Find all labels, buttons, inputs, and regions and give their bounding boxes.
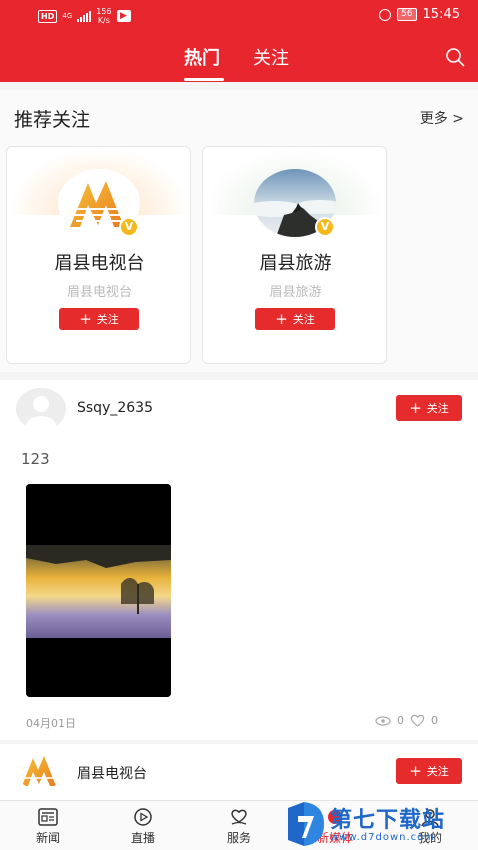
top-header: HD 4G 156 K/s ▶ 56 15:45 热门 关注 (0, 0, 478, 82)
search-icon[interactable] (445, 47, 465, 67)
plus-icon: + (275, 309, 288, 328)
feed-post[interactable]: 眉县电视台 + 关注 (0, 744, 478, 800)
post-stats: 0 0 (375, 714, 438, 727)
tab-follow[interactable]: 关注 (253, 44, 289, 70)
live-icon (134, 808, 152, 826)
avatar[interactable] (16, 750, 64, 790)
top-tabs: 热门 关注 (0, 44, 478, 81)
follow-label: 关注 (96, 313, 119, 326)
follow-button[interactable]: + 关注 (396, 758, 462, 784)
feed-post[interactable]: Ssqy_2635 + 关注 123 04月01日 0 0 (0, 380, 478, 740)
recommend-card[interactable]: V 眉县电视台 眉县电视台 + 关注 (6, 146, 191, 364)
app-notification-icon: ▶ (116, 10, 131, 22)
post-username[interactable]: 眉县电视台 (77, 763, 147, 783)
network-speed-unit: K/s (97, 16, 110, 25)
network-speed: 156 K/s (96, 7, 111, 25)
nav-live[interactable]: 直播 (113, 807, 173, 846)
view-count: 0 (397, 714, 404, 727)
status-bar: HD 4G 156 K/s ▶ 56 15:45 (0, 0, 478, 30)
news-icon (38, 808, 58, 826)
follow-label: 关注 (426, 402, 449, 415)
hd-indicator: HD (38, 9, 58, 23)
recommend-section: 推荐关注 更多 > V 眉县电视台 眉县电视台 + 关注 V 眉县旅游 眉县旅游… (0, 90, 478, 372)
clock: 15:45 (422, 7, 460, 22)
card-subtitle: 眉县电视台 (66, 285, 132, 300)
plus-icon: + (409, 398, 422, 417)
watermark-url: www.d7down.com (330, 832, 436, 843)
heart-icon[interactable] (410, 714, 425, 727)
network-speed-value: 156 (96, 7, 112, 16)
follow-label: 关注 (426, 765, 449, 778)
post-username[interactable]: Ssqy_2635 (77, 400, 153, 416)
plus-icon: + (409, 761, 422, 780)
plus-icon: + (79, 309, 92, 328)
watermark-title: 第七下载站 (330, 808, 446, 833)
signal-icon (77, 10, 92, 22)
service-icon (231, 809, 247, 825)
watermark: 第七下载站 www.d7down.com (282, 800, 478, 850)
like-count: 0 (431, 714, 438, 727)
d7down-logo-icon (288, 802, 324, 846)
eye-icon (375, 715, 391, 726)
status-right: 56 15:45 (379, 7, 460, 22)
nav-service[interactable]: 服务 (209, 807, 269, 846)
post-text: 123 (21, 450, 50, 468)
network-type: 4G (62, 12, 73, 20)
avatar[interactable] (16, 388, 66, 430)
card-subtitle: 眉县旅游 (269, 285, 322, 300)
post-date: 04月01日 (26, 717, 76, 730)
follow-button[interactable]: + 关注 (255, 308, 335, 330)
recommend-title: 推荐关注 (14, 109, 91, 131)
follow-button[interactable]: + 关注 (396, 395, 462, 421)
nav-label: 服务 (226, 831, 251, 845)
card-name: 眉县旅游 (259, 253, 332, 274)
verified-badge: V (119, 217, 139, 237)
active-tab-indicator (184, 78, 224, 81)
verified-badge: V (315, 217, 335, 237)
recommend-card[interactable]: V 眉县旅游 眉县旅游 + 关注 (202, 146, 387, 364)
follow-label: 关注 (292, 313, 315, 326)
status-left: HD 4G 156 K/s ▶ (38, 7, 131, 25)
post-video-thumbnail[interactable] (26, 484, 171, 697)
nav-news[interactable]: 新闻 (18, 807, 78, 846)
card-name: 眉县电视台 (54, 253, 145, 274)
battery-icon: 56 (397, 8, 417, 21)
tab-hot[interactable]: 热门 (184, 44, 220, 70)
nav-label: 新闻 (35, 831, 60, 845)
more-link[interactable]: 更多 > (420, 108, 464, 128)
alarm-icon (379, 8, 392, 21)
nav-label: 直播 (130, 831, 155, 845)
follow-button[interactable]: + 关注 (59, 308, 139, 330)
